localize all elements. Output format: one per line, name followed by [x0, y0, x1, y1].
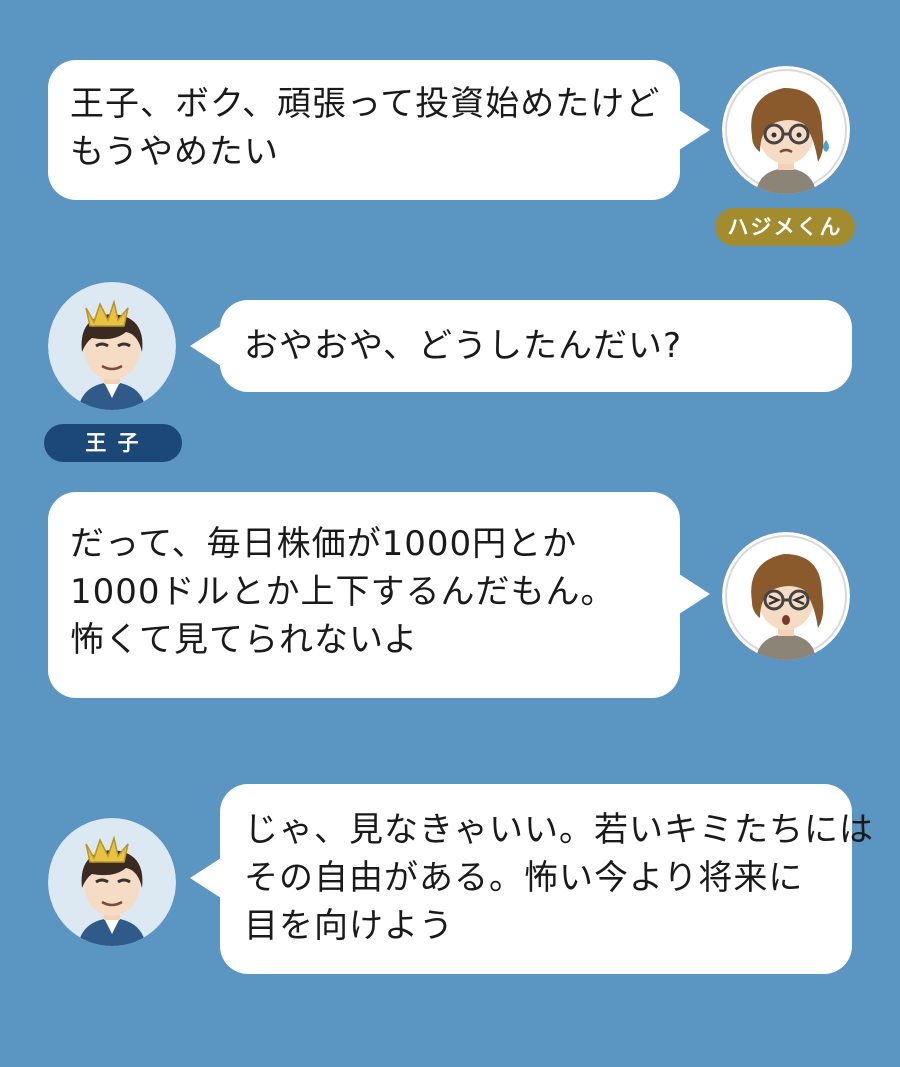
message-bubble-1: 王子、ボク、頑張って投資始めたけど もうやめたい: [48, 60, 710, 200]
bubble-tail: [190, 324, 224, 368]
hajime-name-tag: ハジメくん: [715, 208, 855, 246]
prince-avatar-1: [48, 282, 176, 410]
bubble-tail: [676, 108, 710, 152]
message-bubble-4: じゃ、見なきゃいい。若いキミたちには その自由がある。怖い今より将来に 目を向け…: [190, 784, 874, 974]
message-bubble-2: おやおや、どうしたんだい?: [190, 300, 852, 392]
message-3-line-2: 1000ドルとか上下するんだもん。: [70, 572, 616, 612]
glasses-boy-worried-icon: [722, 532, 850, 660]
hajime-name: ハジメくん: [727, 215, 843, 239]
crowned-prince-icon: [48, 282, 176, 410]
message-4-line-1: じゃ、見なきゃいい。若いキミたちには: [244, 810, 874, 850]
message-3-line-1: だって、毎日株価が1000円とか: [70, 524, 578, 564]
bubble-tail: [190, 856, 224, 900]
hajime-avatar: [722, 66, 850, 194]
message-bubble-3: だって、毎日株価が1000円とか 1000ドルとか上下するんだもん。 怖くて見て…: [48, 492, 710, 698]
prince-name: 王 子: [85, 431, 141, 455]
glasses-boy-icon: [722, 66, 850, 194]
message-4-line-2: その自由がある。怖い今より将来に: [244, 858, 804, 898]
message-1-line-1: 王子、ボク、頑張って投資始めたけど: [70, 84, 661, 124]
message-2-line-1: おやおや、どうしたんだい?: [244, 326, 683, 366]
bubble-tail: [676, 572, 710, 616]
hajime-avatar-2: [722, 532, 850, 660]
prince-avatar-2: [48, 818, 176, 946]
message-4-line-3: 目を向けよう: [244, 906, 454, 946]
prince-name-tag: 王 子: [44, 424, 182, 462]
message-1-line-2: もうやめたい: [70, 132, 279, 172]
message-3-line-3: 怖くて見てられないよ: [70, 620, 419, 660]
crowned-prince-icon: [48, 818, 176, 946]
